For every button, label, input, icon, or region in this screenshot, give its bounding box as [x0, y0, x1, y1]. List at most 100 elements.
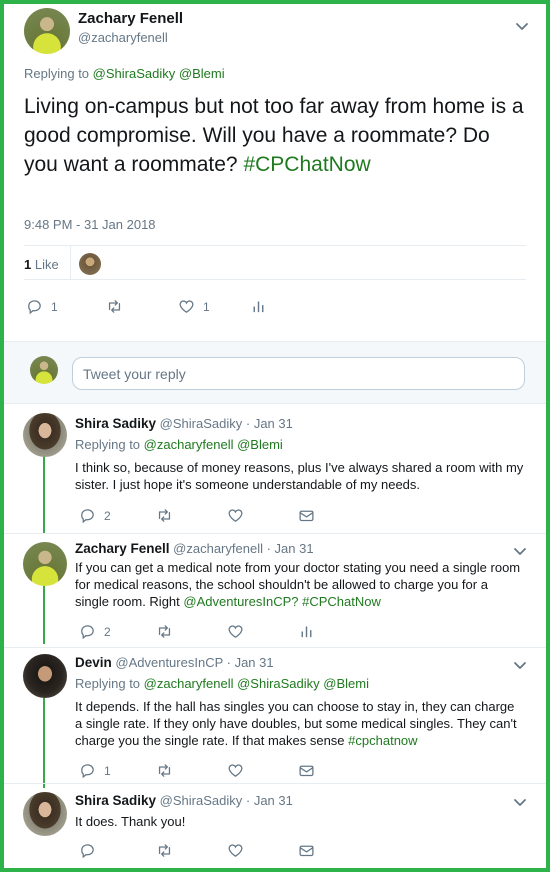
action-bar: 1 1	[26, 298, 267, 315]
reply-button[interactable]: 2	[79, 507, 156, 524]
reply-button[interactable]	[79, 842, 156, 859]
action-bar: 1	[79, 762, 315, 779]
analytics-icon	[250, 298, 267, 315]
reply-tweet[interactable]: Shira Sadiky @ShiraSadiky · Jan 31 It do…	[4, 784, 546, 868]
retweet-button[interactable]	[156, 623, 227, 640]
reply-text: It does. Thank you!	[75, 814, 186, 829]
reply-button[interactable]: 1	[26, 298, 106, 315]
retweet-icon	[156, 507, 173, 524]
author-handle[interactable]: @AdventuresInCP	[115, 655, 223, 670]
mention-link[interactable]: @ShiraSadiky	[93, 66, 176, 81]
reply-tweet[interactable]: Devin @AdventuresInCP · Jan 31 Replying …	[4, 648, 546, 784]
like-button[interactable]	[227, 623, 298, 640]
mail-icon	[298, 762, 315, 779]
reply-date[interactable]: · Jan 31	[267, 541, 314, 556]
reply-icon	[26, 298, 43, 315]
like-button[interactable]	[227, 762, 298, 779]
direct-message-button[interactable]	[298, 507, 315, 524]
mention-link[interactable]: @AdventuresInCP?	[183, 594, 298, 609]
author-handle[interactable]: @ShiraSadiky	[160, 416, 243, 431]
action-bar: 2	[79, 507, 315, 524]
retweet-button[interactable]	[156, 762, 227, 779]
retweet-icon	[156, 762, 173, 779]
reply-date[interactable]: · Jan 31	[246, 793, 293, 808]
divider	[70, 245, 71, 279]
likes-count[interactable]: 1 Like	[24, 257, 59, 272]
avatar[interactable]	[24, 8, 70, 54]
divider	[24, 279, 526, 280]
heart-icon	[227, 507, 244, 524]
like-button[interactable]: 1	[178, 298, 250, 315]
action-bar: 2	[79, 623, 315, 640]
mail-icon	[298, 842, 315, 859]
avatar[interactable]	[23, 413, 67, 457]
reply-tweet[interactable]: Shira Sadiky @ShiraSadiky · Jan 31 Reply…	[4, 405, 546, 533]
chevron-down-icon[interactable]	[512, 794, 528, 810]
main-tweet: Zachary Fenell @zacharyfenell Replying t…	[4, 4, 546, 341]
analytics-button[interactable]	[250, 298, 267, 315]
like-button[interactable]	[227, 507, 298, 524]
hashtag-link[interactable]: #cpchatnow	[348, 733, 417, 748]
reply-icon	[79, 507, 96, 524]
heart-icon	[227, 623, 244, 640]
action-bar	[79, 842, 315, 859]
reply-header: Shira Sadiky @ShiraSadiky · Jan 31	[75, 416, 293, 431]
avatar[interactable]	[23, 654, 67, 698]
divider	[24, 245, 526, 246]
analytics-icon	[298, 623, 315, 640]
reply-icon	[79, 842, 96, 859]
reply-icon	[79, 623, 96, 640]
reply-button[interactable]: 2	[79, 623, 156, 640]
retweet-icon	[156, 623, 173, 640]
like-button[interactable]	[227, 842, 298, 859]
heart-icon	[227, 842, 244, 859]
mention-link[interactable]: @Blemi	[323, 676, 369, 691]
avatar[interactable]	[23, 542, 67, 586]
author-handle[interactable]: @zacharyfenell	[173, 541, 263, 556]
reply-input[interactable]: Tweet your reply	[72, 357, 525, 390]
heart-icon	[178, 298, 195, 315]
retweet-button[interactable]	[156, 842, 227, 859]
mention-link[interactable]: @Blemi	[237, 437, 283, 452]
mention-link[interactable]: @Blemi	[179, 66, 225, 81]
tweet-thread-panel: Zachary Fenell @zacharyfenell Replying t…	[4, 4, 546, 868]
replying-to: Replying to @ShiraSadiky @Blemi	[24, 66, 225, 81]
reply-header: Devin @AdventuresInCP · Jan 31	[75, 655, 274, 670]
chevron-down-icon[interactable]	[514, 18, 530, 34]
direct-message-button[interactable]	[298, 762, 315, 779]
retweet-icon	[156, 842, 173, 859]
heart-icon	[227, 762, 244, 779]
avatar[interactable]	[23, 792, 67, 836]
reply-button[interactable]: 1	[79, 762, 156, 779]
author-name[interactable]: Shira Sadiky	[75, 793, 156, 808]
mention-link[interactable]: @ShiraSadiky	[237, 676, 320, 691]
timestamp[interactable]: 9:48 PM - 31 Jan 2018	[24, 217, 156, 232]
direct-message-button[interactable]	[298, 842, 315, 859]
author-name[interactable]: Zachary Fenell	[78, 10, 183, 27]
reply-date[interactable]: · Jan 31	[227, 655, 274, 670]
chevron-down-icon[interactable]	[512, 543, 528, 559]
tweet-text: Living on-campus but not too far away fr…	[24, 95, 524, 176]
reply-date[interactable]: · Jan 31	[246, 416, 293, 431]
author-name[interactable]: Devin	[75, 655, 112, 670]
analytics-button[interactable]	[298, 623, 315, 640]
author-name[interactable]: Shira Sadiky	[75, 416, 156, 431]
liker-avatar[interactable]	[79, 253, 101, 275]
mention-link[interactable]: @zacharyfenell	[144, 676, 234, 691]
author-handle[interactable]: @ShiraSadiky	[160, 793, 243, 808]
reply-text: If you can get a medical note from your …	[75, 560, 521, 609]
hashtag-link[interactable]: #CPChatNow	[243, 153, 370, 176]
reply-icon	[79, 762, 96, 779]
replying-to: Replying to @zacharyfenell @ShiraSadiky …	[75, 676, 369, 691]
mention-link[interactable]: @zacharyfenell	[144, 437, 234, 452]
reply-tweet[interactable]: Zachary Fenell @zacharyfenell · Jan 31 I…	[4, 534, 546, 648]
author-handle[interactable]: @zacharyfenell	[78, 30, 168, 45]
author-name[interactable]: Zachary Fenell	[75, 541, 170, 556]
reply-header: Shira Sadiky @ShiraSadiky · Jan 31	[75, 793, 293, 808]
reply-text: It depends. If the hall has singles you …	[75, 699, 517, 748]
hashtag-link[interactable]: #CPChatNow	[302, 594, 381, 609]
retweet-button[interactable]	[156, 507, 227, 524]
chevron-down-icon[interactable]	[512, 657, 528, 673]
retweet-button[interactable]	[106, 298, 178, 315]
reply-header: Zachary Fenell @zacharyfenell · Jan 31	[75, 541, 314, 556]
